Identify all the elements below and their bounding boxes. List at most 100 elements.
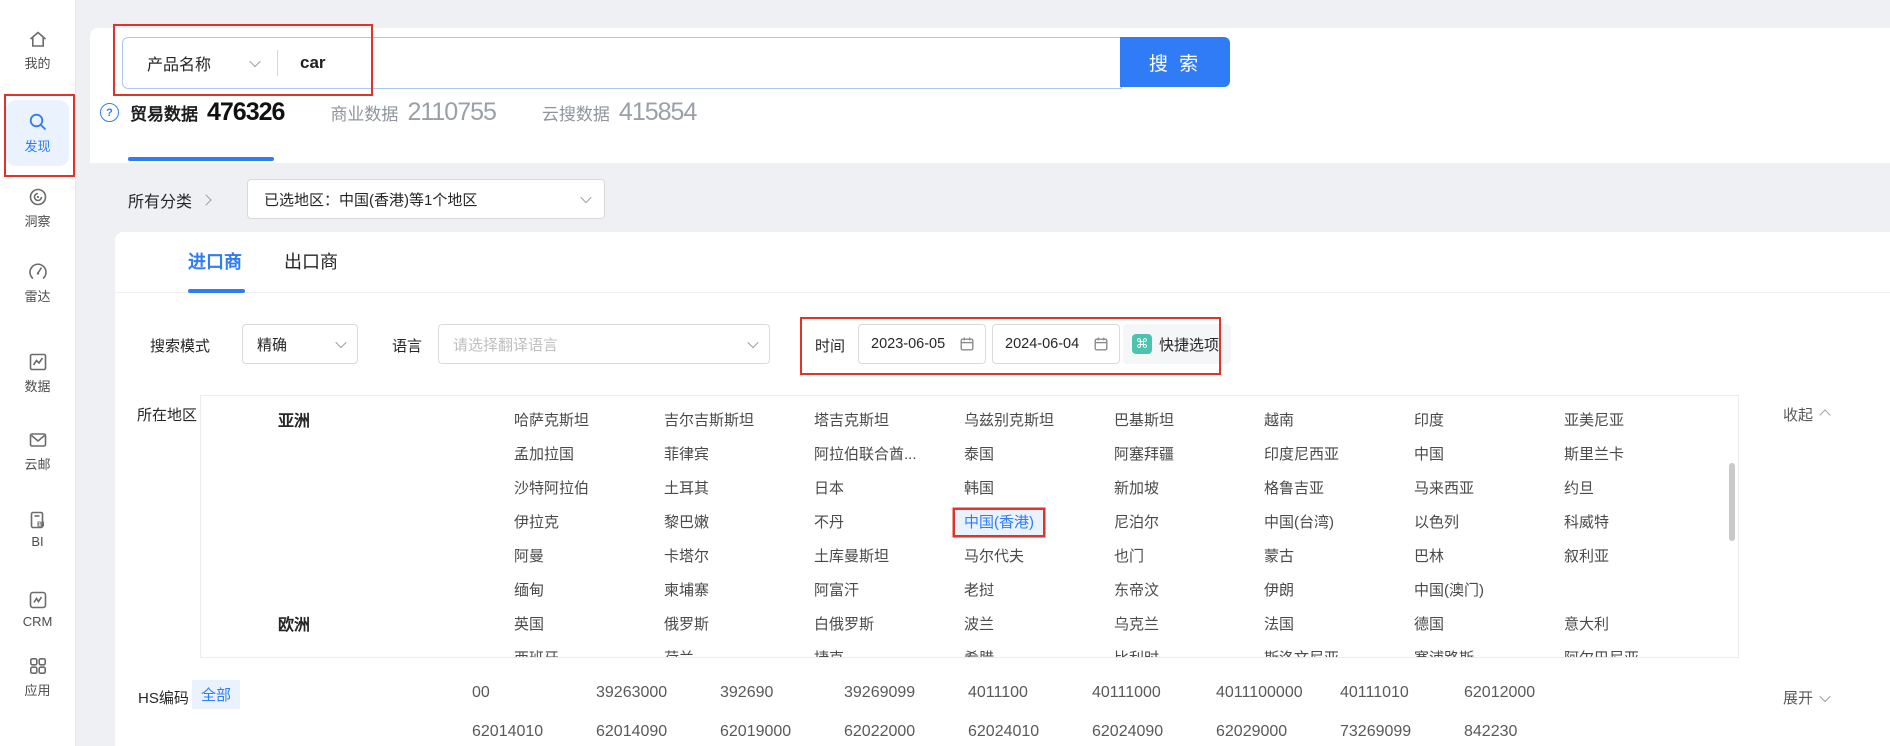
region-item[interactable]: 德国 <box>1414 613 1564 634</box>
region-item[interactable]: 法国 <box>1264 613 1414 634</box>
hs-code-item[interactable]: 4011100000 <box>1216 684 1340 702</box>
hs-code-item[interactable]: 00 <box>472 684 596 702</box>
region-item[interactable]: 缅甸 <box>514 579 664 600</box>
region-item[interactable]: 黎巴嫩 <box>664 511 814 532</box>
hs-code-item[interactable]: 62014010 <box>472 723 596 741</box>
hs-code-item[interactable]: 73269099 <box>1340 723 1464 741</box>
hs-code-item[interactable]: 62024010 <box>968 723 1092 741</box>
region-item[interactable]: 中国(澳门) <box>1414 579 1564 600</box>
region-item[interactable]: 老挝 <box>964 579 1114 600</box>
region-item[interactable]: 也门 <box>1114 545 1264 566</box>
search-mode-select[interactable]: 精确 <box>242 324 358 364</box>
sidebar-item-discover[interactable]: 发现 <box>6 100 69 166</box>
region-item[interactable]: 马来西亚 <box>1414 477 1564 498</box>
hs-code-item[interactable]: 62014090 <box>596 723 720 741</box>
breadcrumb[interactable]: 所有分类 <box>128 188 210 212</box>
region-item[interactable]: 不丹 <box>814 511 964 532</box>
hs-code-item[interactable]: 62029000 <box>1216 723 1340 741</box>
hs-code-item[interactable]: 392690 <box>720 684 844 702</box>
hs-code-item[interactable]: 62012000 <box>1464 684 1588 702</box>
hs-code-item[interactable]: 39269099 <box>844 684 968 702</box>
region-item[interactable]: 乌克兰 <box>1114 613 1264 634</box>
region-item[interactable]: 比利时 <box>1114 647 1264 659</box>
region-item[interactable]: 阿拉伯联合酋... <box>814 443 964 464</box>
region-item[interactable]: 斯里兰卡 <box>1564 443 1714 464</box>
region-item[interactable]: 阿尔巴尼亚 <box>1564 647 1714 659</box>
region-item[interactable]: 孟加拉国 <box>514 443 664 464</box>
search-category-select[interactable]: 产品名称 <box>123 51 277 75</box>
region-item[interactable]: 韩国 <box>964 477 1114 498</box>
region-item[interactable]: 斯洛文尼亚 <box>1264 647 1414 659</box>
region-item[interactable]: 日本 <box>814 477 964 498</box>
region-item[interactable]: 新加坡 <box>1114 477 1264 498</box>
region-item[interactable]: 叙利亚 <box>1564 545 1714 566</box>
help-icon[interactable]: ? <box>100 103 119 122</box>
region-item[interactable]: 亚美尼亚 <box>1564 409 1714 430</box>
search-query-text[interactable]: car <box>300 53 326 73</box>
region-item[interactable]: 马尔代夫 <box>964 545 1114 566</box>
region-item[interactable]: 哈萨克斯坦 <box>514 409 664 430</box>
hs-all-badge[interactable]: 全部 <box>192 680 240 709</box>
sidebar-item-bi[interactable]: BIBI <box>0 509 75 549</box>
hs-code-item[interactable]: 62024090 <box>1092 723 1216 741</box>
region-item[interactable]: 蒙古 <box>1264 545 1414 566</box>
region-item[interactable]: 泰国 <box>964 443 1114 464</box>
region-item[interactable]: 土耳其 <box>664 477 814 498</box>
region-item[interactable]: 越南 <box>1264 409 1414 430</box>
region-item[interactable]: 沙特阿拉伯 <box>514 477 664 498</box>
search-button[interactable]: 搜 索 <box>1120 37 1230 87</box>
hs-code-item[interactable]: 39263000 <box>596 684 720 702</box>
region-item[interactable]: 白俄罗斯 <box>814 613 964 634</box>
region-item[interactable]: 乌兹别克斯坦 <box>964 409 1114 430</box>
hs-code-item[interactable]: 62022000 <box>844 723 968 741</box>
region-item[interactable]: 土库曼斯坦 <box>814 545 964 566</box>
region-item[interactable]: 阿塞拜疆 <box>1114 443 1264 464</box>
region-item[interactable]: 伊拉克 <box>514 511 664 532</box>
hs-code-item[interactable]: 4011100 <box>968 684 1092 702</box>
region-item[interactable]: 约旦 <box>1564 477 1714 498</box>
region-item[interactable]: 尼泊尔 <box>1114 511 1264 532</box>
region-item[interactable]: 吉尔吉斯斯坦 <box>664 409 814 430</box>
search-box[interactable]: 产品名称 car <box>122 37 1122 89</box>
region-item[interactable]: 希腊 <box>964 647 1114 659</box>
region-item[interactable]: 柬埔寨 <box>664 579 814 600</box>
region-item[interactable]: 阿曼 <box>514 545 664 566</box>
region-item-selected[interactable]: 中国(香港) <box>955 510 1043 535</box>
data-tab-2[interactable]: 商业数据2110755 <box>330 98 495 127</box>
region-item[interactable]: 塔吉克斯坦 <box>814 409 964 430</box>
hs-code-item[interactable]: 40111010 <box>1340 684 1464 702</box>
region-item[interactable]: 英国 <box>514 613 664 634</box>
region-item[interactable]: 意大利 <box>1564 613 1714 634</box>
sidebar-item-mail[interactable]: 云邮 <box>0 429 75 473</box>
data-tab-3[interactable]: 云搜数据415854 <box>542 98 696 127</box>
region-item[interactable]: 格鲁吉亚 <box>1264 477 1414 498</box>
region-item[interactable]: 卡塔尔 <box>664 545 814 566</box>
hs-code-item[interactable]: 842230 <box>1464 723 1588 741</box>
quick-options-button[interactable]: ⌘ 快捷选项 <box>1123 324 1231 364</box>
hs-code-item[interactable]: 62019000 <box>720 723 844 741</box>
sidebar-item-mine[interactable]: 我的 <box>0 28 75 72</box>
region-item[interactable]: 中国(香港) <box>964 511 1114 532</box>
region-item[interactable]: 科威特 <box>1564 511 1714 532</box>
trade-tab-1[interactable]: 进口商 <box>188 248 242 294</box>
region-item[interactable]: 阿富汗 <box>814 579 964 600</box>
sidebar-item-insight[interactable]: 洞察 <box>0 186 75 230</box>
trade-tab-2[interactable]: 出口商 <box>284 248 338 294</box>
region-item[interactable]: 俄罗斯 <box>664 613 814 634</box>
region-item[interactable]: 西班牙 <box>514 647 664 659</box>
region-item[interactable]: 菲律宾 <box>664 443 814 464</box>
sidebar-item-crm[interactable]: CRM <box>0 589 75 629</box>
sidebar-item-radar[interactable]: 雷达 <box>0 261 75 305</box>
region-item[interactable]: 中国(台湾) <box>1264 511 1414 532</box>
sidebar-item-apps[interactable]: 应用 <box>0 655 75 699</box>
region-item[interactable]: 巴基斯坦 <box>1114 409 1264 430</box>
region-item[interactable]: 印度 <box>1414 409 1564 430</box>
region-item[interactable]: 东帝汶 <box>1114 579 1264 600</box>
region-item[interactable]: 以色列 <box>1414 511 1564 532</box>
region-item[interactable]: 捷克 <box>814 647 964 659</box>
region-item[interactable]: 荷兰 <box>664 647 814 659</box>
region-item[interactable]: 伊朗 <box>1264 579 1414 600</box>
data-tab-1[interactable]: ?贸易数据476326 <box>100 98 284 127</box>
hs-code-item[interactable]: 40111000 <box>1092 684 1216 702</box>
region-item[interactable]: 中国 <box>1414 443 1564 464</box>
